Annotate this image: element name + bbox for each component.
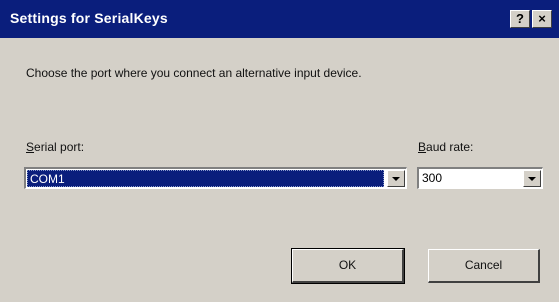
close-button[interactable]: × (532, 10, 552, 28)
chevron-down-icon (528, 177, 536, 181)
baud-rate-select[interactable]: 300 (417, 167, 543, 189)
baud-rate-accelerator: B (418, 140, 427, 154)
ok-button[interactable]: OK (291, 248, 405, 284)
cancel-button[interactable]: Cancel (428, 249, 540, 283)
baud-rate-dropdown-button[interactable] (523, 170, 541, 187)
baud-rate-value: 300 (422, 171, 443, 185)
chevron-down-icon (392, 177, 400, 181)
serial-port-dropdown-button[interactable] (387, 170, 405, 187)
title-bar[interactable]: Settings for SerialKeys ? × (0, 0, 559, 38)
serial-port-accelerator: S (26, 140, 35, 154)
baud-rate-label-text: aud rate: (426, 140, 474, 154)
window-title: Settings for SerialKeys (10, 10, 168, 26)
serial-port-select[interactable]: COM1 (24, 167, 407, 189)
serial-port-label: Serial port: (26, 140, 84, 154)
serial-port-label-text: erial port: (34, 140, 85, 154)
baud-rate-label: Baud rate: (418, 140, 473, 154)
instruction-text: Choose the port where you connect an alt… (26, 66, 362, 80)
help-button[interactable]: ? (510, 10, 530, 28)
serial-port-value: COM1 (27, 170, 384, 187)
serialkeys-dialog: Settings for SerialKeys ? × Choose the p… (0, 0, 559, 302)
